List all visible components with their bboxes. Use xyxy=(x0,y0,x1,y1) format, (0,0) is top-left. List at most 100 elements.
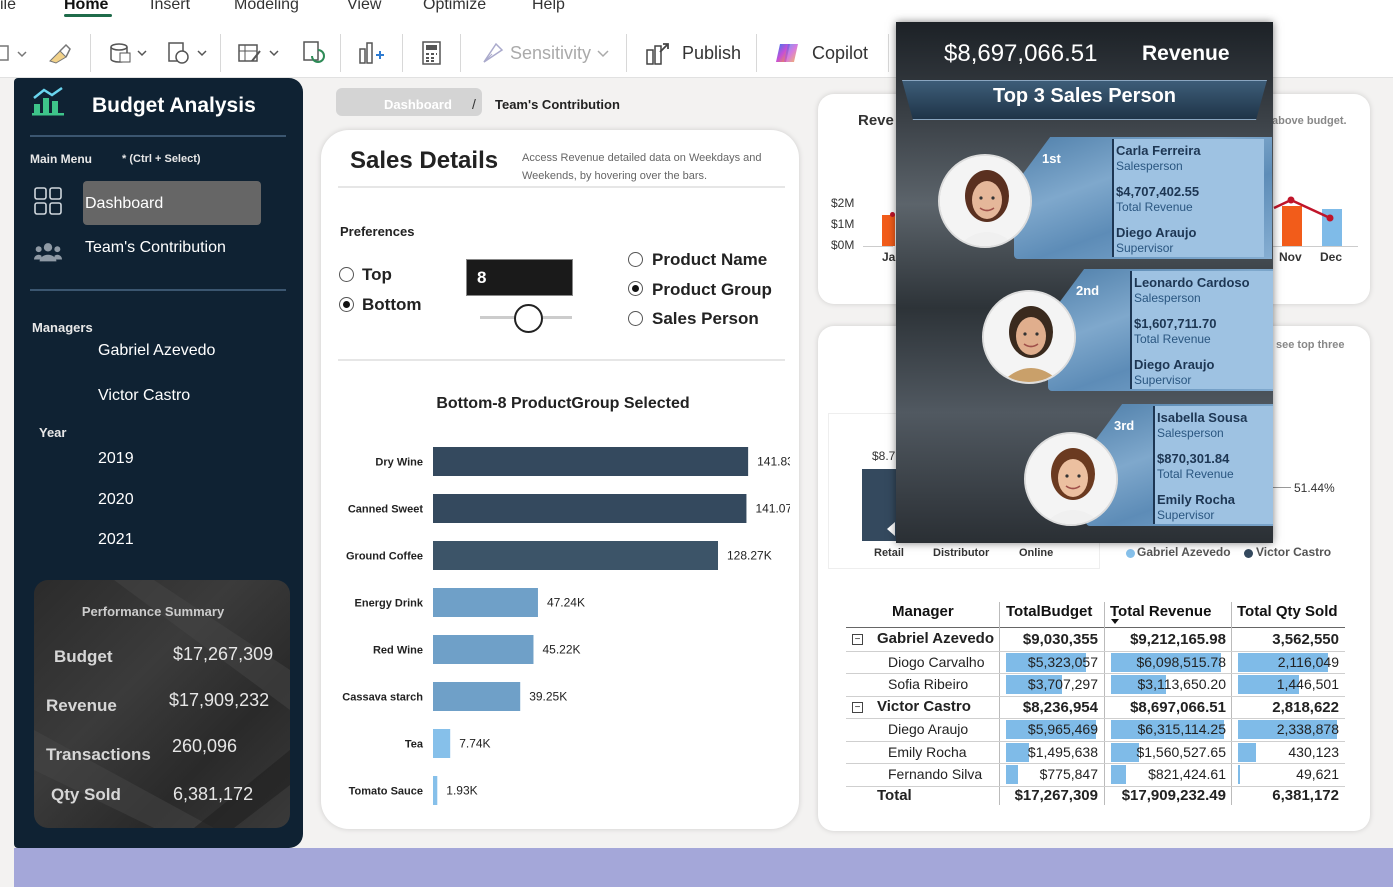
page-tabs-bar xyxy=(14,848,1393,887)
table-row-label[interactable]: Diego Araujo xyxy=(888,721,968,737)
refresh-icon xyxy=(303,41,325,63)
row-qty: 2,116,049 xyxy=(1277,653,1339,670)
tooltip-revenue-value: $8,697,066.51 xyxy=(944,40,1098,67)
channel-label: Distributor xyxy=(933,547,990,559)
row-qty: 49,621 xyxy=(1296,766,1339,782)
bar[interactable] xyxy=(433,588,538,617)
slicer-year-item[interactable]: 2021 xyxy=(98,531,134,549)
copilot-label: Copilot xyxy=(812,42,869,63)
bar[interactable] xyxy=(433,776,438,805)
tab-insert[interactable]: Insert xyxy=(150,0,190,14)
avatar xyxy=(1024,432,1118,526)
bar[interactable] xyxy=(433,729,451,758)
col-header-revenue[interactable]: Total Revenue xyxy=(1110,603,1211,620)
salesperson-revenue: $1,607,711.70 xyxy=(1134,316,1217,331)
slicer-manager-item[interactable]: Victor Castro xyxy=(98,387,190,405)
bar[interactable] xyxy=(433,447,749,476)
sidebar: Budget Analysis Main Menu * (Ctrl + Sele… xyxy=(14,78,303,848)
salesperson-role: Salesperson xyxy=(1116,159,1183,173)
refresh-button[interactable] xyxy=(300,40,326,66)
product-name-radio[interactable] xyxy=(628,252,643,267)
collapse-icon[interactable]: − xyxy=(852,634,863,645)
col-header-qty[interactable]: Total Qty Sold xyxy=(1237,603,1338,620)
col-header-manager[interactable]: Manager xyxy=(892,603,954,620)
sort-desc-icon[interactable] xyxy=(1111,619,1119,624)
data-label: 45.22K xyxy=(542,643,580,657)
bottom-radio[interactable] xyxy=(339,297,354,312)
revenue-bar-jan[interactable] xyxy=(882,215,895,246)
tooltip-revenue-label: Revenue xyxy=(1142,42,1230,65)
row-divider xyxy=(846,650,1345,652)
tab-help[interactable]: Help xyxy=(532,0,565,14)
legend-item: Gabriel Azevedo xyxy=(1137,545,1231,559)
bar[interactable] xyxy=(433,635,534,664)
recent-sources-button[interactable] xyxy=(166,40,212,66)
table-row-label[interactable]: Sofia Ribeiro xyxy=(888,676,968,692)
tab-home[interactable]: Home xyxy=(64,0,108,14)
table-row-label[interactable]: Emily Rocha xyxy=(888,744,967,760)
format-painter-button[interactable] xyxy=(46,40,72,66)
row-revenue: $821,424.61 xyxy=(1148,766,1226,782)
transform-data-button[interactable] xyxy=(236,40,284,66)
group-budget: $8,236,954 xyxy=(1022,698,1098,716)
separator xyxy=(888,34,889,72)
supervisor-name: Diego Araujo xyxy=(1134,357,1215,372)
publish-button[interactable]: Publish xyxy=(644,40,741,66)
collapse-icon[interactable]: − xyxy=(852,701,863,713)
group-row-label[interactable]: Gabriel Azevedo xyxy=(877,630,994,647)
bar[interactable] xyxy=(433,494,747,523)
divider xyxy=(30,135,286,137)
menu-hint: * (Ctrl + Select) xyxy=(122,153,201,165)
supervisor-name: Diego Araujo xyxy=(1116,225,1197,240)
rank-badge: 3rd xyxy=(1114,418,1135,433)
salesperson-name: Leonardo Cardoso xyxy=(1134,275,1250,290)
group-budget: $9,030,355 xyxy=(1022,631,1098,648)
top-radio[interactable] xyxy=(339,267,354,282)
separator xyxy=(460,34,461,72)
tab-modeling[interactable]: Modeling xyxy=(234,0,299,14)
sales-person-radio[interactable] xyxy=(628,311,643,326)
main-menu-label: Main Menu xyxy=(30,152,92,166)
bar[interactable] xyxy=(433,682,521,711)
product-group-radio[interactable] xyxy=(628,281,643,296)
calculator-button[interactable] xyxy=(420,40,444,66)
transactions-label: Transactions xyxy=(46,745,151,764)
slicer-year-item[interactable]: 2019 xyxy=(98,450,134,468)
row-divider xyxy=(846,740,1345,742)
table-row-label[interactable]: Diogo Carvalho xyxy=(888,654,985,670)
paste-button[interactable] xyxy=(0,40,30,66)
table-row-label[interactable]: Fernando Silva xyxy=(888,766,982,782)
users-icon xyxy=(34,243,62,262)
sensitivity-button[interactable]: Sensitivity xyxy=(480,40,611,66)
category-label: Dry Wine xyxy=(375,457,423,469)
get-data-button[interactable] xyxy=(108,40,152,66)
separator xyxy=(626,34,627,72)
sales-details-title: Sales Details xyxy=(350,147,499,174)
avatar xyxy=(938,154,1032,248)
group-row-label[interactable]: Victor Castro xyxy=(877,698,971,715)
new-visual-button[interactable] xyxy=(356,40,384,66)
slicer-manager-item[interactable]: Gabriel Azevedo xyxy=(98,342,215,360)
nav-team-contribution[interactable]: Team's Contribution xyxy=(85,239,226,257)
tab-view[interactable]: View xyxy=(347,0,381,14)
breadcrumb-separator: / xyxy=(472,96,476,112)
group-qty: 2,818,622 xyxy=(1272,698,1339,716)
data-label: 141.83K xyxy=(757,455,790,469)
category-label: Red Wine xyxy=(373,645,423,657)
performance-summary: Performance Summary Budget $17,267,309 R… xyxy=(34,580,290,828)
total-revenue: $17,909,232.49 xyxy=(1121,786,1226,804)
separator xyxy=(756,34,757,72)
tab-optimize[interactable]: Optimize xyxy=(423,0,486,14)
copilot-button[interactable]: Copilot xyxy=(774,40,868,66)
y-tick: $0M xyxy=(831,238,855,252)
slicer-year-item[interactable]: 2020 xyxy=(98,491,134,509)
n-slider-thumb[interactable] xyxy=(514,304,543,333)
col-header-budget[interactable]: TotalBudget xyxy=(1006,603,1092,620)
group-qty: 3,562,550 xyxy=(1272,631,1339,648)
n-value-input[interactable]: 8 xyxy=(466,259,573,296)
chevron-down-icon xyxy=(597,50,609,58)
row-divider xyxy=(846,695,1345,697)
tab-file[interactable]: ile xyxy=(0,0,16,14)
new-visual-icon xyxy=(359,42,384,64)
bar[interactable] xyxy=(433,541,719,570)
